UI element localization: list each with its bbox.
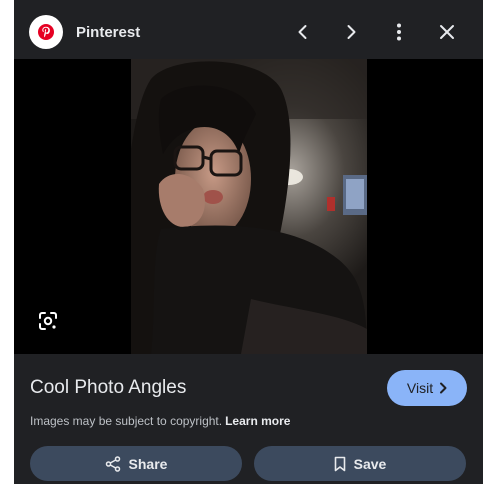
visit-label: Visit [406, 380, 434, 396]
image-preview[interactable] [14, 59, 483, 354]
google-lens-icon[interactable] [36, 309, 60, 333]
chevron-right-icon[interactable] [337, 18, 365, 46]
share-icon [105, 455, 120, 472]
more-vert-icon[interactable] [385, 18, 413, 46]
source-name[interactable]: Pinterest [76, 24, 140, 42]
viewer-header: Pinterest [14, 0, 483, 59]
share-button[interactable]: Share [30, 446, 242, 481]
close-icon[interactable] [433, 18, 461, 46]
image-title: Cool Photo Angles [30, 377, 187, 398]
chevron-right-icon [440, 382, 447, 394]
preview-photo[interactable] [131, 59, 367, 354]
save-button[interactable]: Save [254, 446, 466, 481]
bookmark-icon [334, 456, 345, 471]
pinterest-mark [38, 24, 54, 40]
copyright-notice: Images may be subject to copyright. Learn… [30, 414, 290, 429]
chevron-left-icon[interactable] [289, 18, 317, 46]
image-viewer-panel: Pinterest Cool Photo Angles Visit Images… [14, 0, 483, 484]
save-label: Save [353, 455, 387, 472]
learn-more-link[interactable]: Learn more [225, 414, 290, 428]
copyright-text: Images may be subject to copyright. [30, 414, 223, 428]
share-label: Share [128, 455, 168, 472]
pinterest-logo-icon[interactable] [29, 15, 63, 49]
visit-button[interactable]: Visit [387, 370, 467, 406]
